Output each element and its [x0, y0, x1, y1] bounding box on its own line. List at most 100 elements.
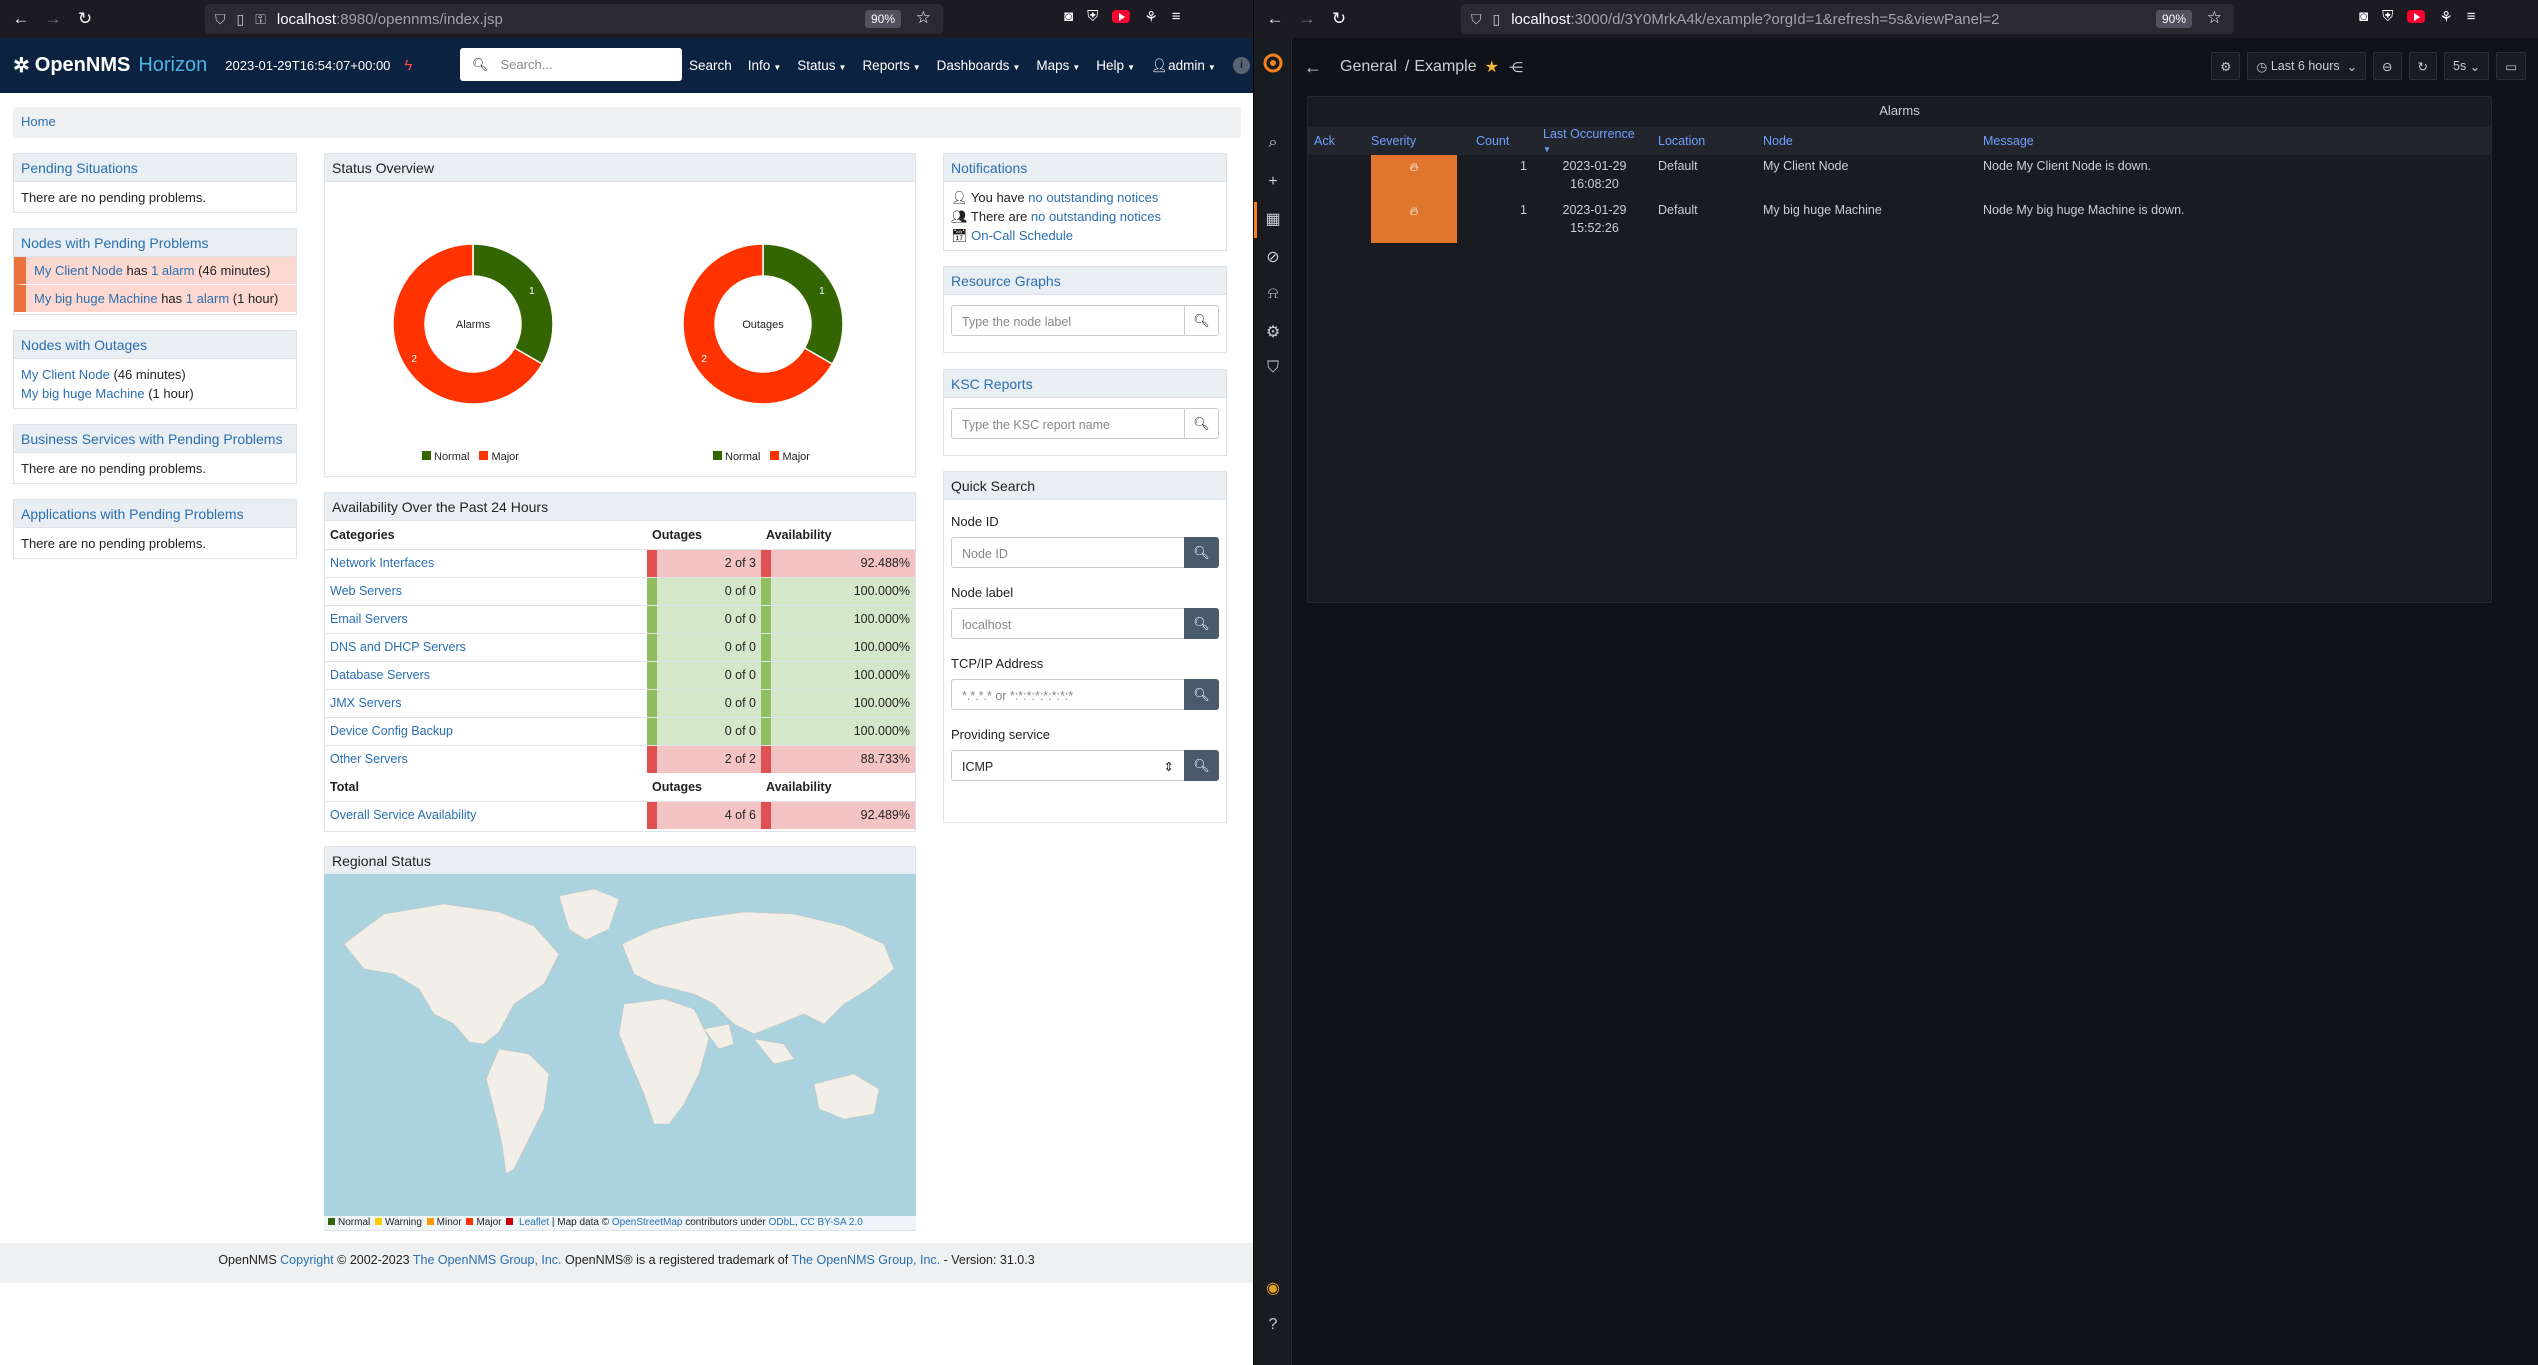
opennms-group-link[interactable]: The OpenNMS Group, Inc. [791, 1253, 940, 1267]
plus-icon[interactable]: + [1254, 173, 1292, 191]
availability-cell[interactable]: 88.733% [761, 744, 915, 773]
legend-major[interactable]: Major [479, 451, 519, 463]
category-link[interactable]: JMX Servers [330, 696, 402, 710]
alarm-link[interactable]: 1 alarm [151, 263, 194, 278]
panel-title[interactable]: Pending Situations [14, 154, 296, 182]
panel-title[interactable]: KSC Reports [944, 370, 1226, 398]
zoom-out-button[interactable]: ⊖ [2373, 52, 2402, 80]
share-icon[interactable]: ⋲ [1509, 59, 1523, 76]
menu-status[interactable]: Status ▼ [797, 58, 846, 73]
category-link[interactable]: Network Interfaces [330, 556, 434, 570]
menu-maps[interactable]: Maps ▼ [1036, 58, 1080, 73]
refresh-interval-picker[interactable]: 5s ⌄ [2444, 52, 2490, 80]
col-message[interactable]: Message [1977, 127, 2491, 155]
copyright-link[interactable]: Copyright [280, 1253, 334, 1267]
panel-title[interactable]: Nodes with Outages [14, 331, 296, 359]
search-button[interactable]: 🔍︎ [1184, 537, 1219, 568]
availability-cell[interactable]: 100.000% [761, 716, 915, 745]
category-link[interactable]: Database Servers [330, 668, 430, 682]
dashboard-title[interactable]: Example [1414, 58, 1476, 76]
availability-cell[interactable]: 100.000% [761, 632, 915, 661]
category-link[interactable]: DNS and DHCP Servers [330, 640, 466, 654]
col-last-occurrence[interactable]: Last Occurrence ▼ [1537, 127, 1652, 155]
alerting-bell-icon[interactable]: ⍾ [1254, 285, 1292, 303]
info-icon[interactable]: i [1233, 57, 1250, 74]
col-severity[interactable]: Severity [1365, 127, 1470, 155]
back-icon[interactable]: ← [10, 8, 32, 30]
back-arrow-icon[interactable]: ← [1304, 57, 1322, 78]
col-ack[interactable]: Ack [1308, 127, 1365, 155]
menu-icon[interactable]: ≡ [2467, 8, 2476, 26]
notices-link[interactable]: no outstanding notices [1031, 209, 1161, 224]
forward-icon[interactable]: → [42, 8, 64, 30]
search-icon[interactable]: ⌕ [1254, 134, 1292, 152]
server-admin-shield-icon[interactable]: ⛉ [1254, 359, 1292, 377]
legend-normal[interactable]: Normal [713, 451, 760, 463]
outages-cell[interactable]: 4 of 6 [647, 800, 761, 829]
node-label-input[interactable]: Type the node label [951, 305, 1184, 336]
normal-slice[interactable] [472, 243, 554, 366]
node-link[interactable]: My Client Node [34, 263, 123, 278]
node-link[interactable]: My big huge Machine [34, 291, 158, 306]
availability-cell[interactable]: 100.000% [761, 576, 915, 605]
normal-slice[interactable] [762, 243, 844, 366]
category-link[interactable]: Overall Service Availability [330, 808, 476, 822]
nav-search-input[interactable]: 🔍︎ Search... [460, 48, 682, 81]
refresh-button[interactable]: ↻ [2408, 52, 2438, 80]
youtube-icon[interactable] [2407, 8, 2426, 26]
ublock-icon[interactable]: ⛨ [1087, 8, 1098, 26]
reload-icon[interactable]: ↻ [1328, 8, 1350, 30]
grafana-logo-icon[interactable] [1262, 52, 1284, 74]
search-button[interactable]: 🔍︎ [1184, 305, 1219, 336]
explore-icon[interactable]: ⊘ [1254, 247, 1292, 267]
panel-title[interactable]: Business Services with Pending Problems [14, 425, 296, 453]
user-avatar-icon[interactable]: ◉ [1254, 1278, 1292, 1298]
menu-user[interactable]: 👤︎admin ▼ [1151, 58, 1216, 74]
notices-link[interactable]: no outstanding notices [1028, 190, 1158, 205]
dashboards-icon[interactable]: ▦ [1254, 209, 1292, 229]
outages-cell[interactable]: 0 of 0 [647, 604, 761, 633]
notification-bolt-icon[interactable]: ϟ [404, 57, 412, 74]
availability-cell[interactable]: 92.489% [761, 800, 915, 829]
availability-cell[interactable]: 92.488% [761, 548, 915, 577]
category-link[interactable]: Web Servers [330, 584, 402, 598]
panel-title[interactable]: Alarms [1308, 103, 2491, 118]
menu-help[interactable]: Help ▼ [1096, 58, 1135, 73]
ack-cell[interactable] [1308, 199, 1365, 243]
odbl-link[interactable]: ODbL [769, 1217, 795, 1228]
zoom-badge[interactable]: 90% [2155, 10, 2192, 28]
menu-info[interactable]: Info ▼ [748, 58, 781, 73]
category-link[interactable]: Other Servers [330, 752, 408, 766]
severity-cell[interactable]: 🔥︎ [1371, 199, 1457, 243]
time-picker[interactable]: ◷ Last 6 hours ⌄ [2247, 52, 2367, 80]
favorite-star-icon[interactable]: ★ [1485, 57, 1499, 77]
search-button[interactable]: 🔍︎ [1184, 408, 1219, 439]
breadcrumb-home[interactable]: Home [21, 114, 56, 129]
opennms-logo[interactable]: ✲ OpenNMS Horizon [13, 53, 207, 78]
availability-cell[interactable]: 100.000% [761, 604, 915, 633]
menu-reports[interactable]: Reports ▼ [862, 58, 920, 73]
panel-title[interactable]: Applications with Pending Problems [14, 500, 296, 528]
category-link[interactable]: Email Servers [330, 612, 408, 626]
youtube-icon[interactable] [1112, 8, 1131, 26]
col-location[interactable]: Location [1652, 127, 1757, 155]
outages-cell[interactable]: 2 of 2 [647, 744, 761, 773]
panel-title[interactable]: Notifications [944, 154, 1226, 182]
help-icon[interactable]: ? [1254, 1316, 1292, 1334]
alarm-link[interactable]: 1 alarm [186, 291, 229, 306]
bookmark-star-icon[interactable]: ☆ [2207, 8, 2222, 28]
node-link[interactable]: My Client Node [21, 367, 110, 382]
alarms-donut[interactable]: 1 2 Alarms [383, 234, 563, 414]
outages-cell[interactable]: 0 of 0 [647, 576, 761, 605]
configuration-gear-icon[interactable]: ⚙ [1254, 322, 1292, 342]
opennms-group-link[interactable]: The OpenNMS Group, Inc. [413, 1253, 562, 1267]
back-icon[interactable]: ← [1264, 8, 1286, 30]
availability-cell[interactable]: 100.000% [761, 660, 915, 689]
tv-mode-button[interactable]: ▭ [2496, 52, 2526, 80]
zoom-badge[interactable]: 90% [864, 10, 901, 28]
outages-donut[interactable]: 1 2 Outages [673, 234, 853, 414]
dashboard-settings-button[interactable]: ⚙ [2211, 52, 2241, 80]
col-node[interactable]: Node [1757, 127, 1977, 155]
ksc-report-input[interactable]: Type the KSC report name [951, 408, 1184, 439]
category-link[interactable]: Device Config Backup [330, 724, 453, 738]
